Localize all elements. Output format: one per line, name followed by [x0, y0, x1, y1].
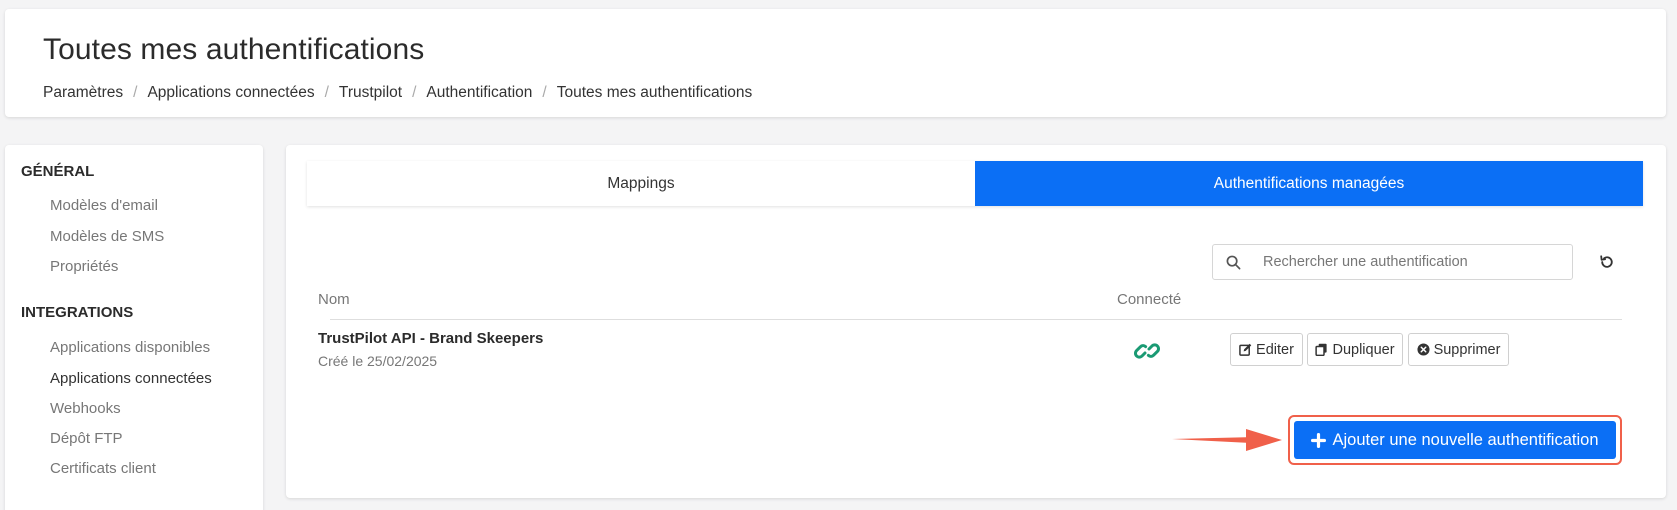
breadcrumb-separator: / — [133, 84, 138, 101]
sidebar-item-webhooks[interactable]: Webhooks — [50, 400, 121, 417]
breadcrumb-separator: / — [542, 84, 547, 101]
main-content: Mappings Authentifications managées Nom … — [286, 145, 1666, 498]
tab-authentifications-managees[interactable]: Authentifications managées — [975, 161, 1643, 206]
breadcrumb-item-authentification[interactable]: Authentification — [426, 84, 532, 102]
table-divider — [330, 319, 1622, 320]
tab-mappings[interactable]: Mappings — [307, 161, 975, 206]
sidebar-item-applications-connectees[interactable]: Applications connectées — [50, 370, 212, 387]
breadcrumb: Paramètres / Applications connectées / T… — [43, 84, 752, 102]
edit-label: Editer — [1256, 341, 1294, 358]
sidebar-item-applications-disponibles[interactable]: Applications disponibles — [50, 339, 210, 356]
column-header-nom: Nom — [318, 291, 350, 308]
breadcrumb-item-applications-connectees[interactable]: Applications connectées — [147, 84, 314, 102]
breadcrumb-item-current: Toutes mes authentifications — [556, 84, 753, 101]
add-authentication-button[interactable]: Ajouter une nouvelle authentification — [1294, 421, 1616, 459]
search-box — [1212, 244, 1573, 280]
auth-name: TrustPilot API - Brand Skeepers — [318, 330, 544, 347]
edit-button[interactable]: Editer — [1230, 333, 1303, 366]
auth-created-date: Créé le 25/02/2025 — [318, 353, 438, 369]
delete-button[interactable]: Supprimer — [1408, 333, 1509, 366]
breadcrumb-separator: / — [324, 84, 329, 101]
page-header: Toutes mes authentifications Paramètres … — [5, 9, 1666, 117]
delete-label: Supprimer — [1433, 341, 1501, 358]
search-icon — [1213, 255, 1253, 270]
delete-icon — [1417, 343, 1430, 356]
add-button-label: Ajouter une nouvelle authentification — [1332, 430, 1599, 449]
tab-bar: Mappings Authentifications managées — [307, 161, 1643, 206]
column-header-connecte: Connecté — [1117, 291, 1182, 308]
refresh-icon[interactable] — [1596, 251, 1618, 273]
breadcrumb-item-trustpilot[interactable]: Trustpilot — [339, 84, 402, 102]
search-input[interactable] — [1253, 254, 1572, 270]
sidebar-item-proprietes[interactable]: Propriétés — [50, 258, 118, 275]
arrow-icon — [1172, 429, 1282, 451]
copy-icon — [1315, 343, 1328, 356]
page-title: Toutes mes authentifications — [43, 33, 425, 66]
sidebar-item-certificats-client[interactable]: Certificats client — [50, 460, 156, 477]
breadcrumb-item-parametres[interactable]: Paramètres — [43, 84, 123, 102]
sidebar-section-general: GÉNÉRAL — [21, 163, 95, 180]
sidebar-item-modeles-email[interactable]: Modèles d'email — [50, 197, 158, 214]
sidebar-section-integrations: INTEGRATIONS — [21, 304, 134, 321]
sidebar: GÉNÉRAL Modèles d'email Modèles de SMS P… — [5, 145, 263, 510]
breadcrumb-separator: / — [412, 84, 417, 101]
sidebar-item-modeles-sms[interactable]: Modèles de SMS — [50, 228, 164, 245]
link-icon — [1133, 337, 1161, 365]
sidebar-item-depot-ftp[interactable]: Dépôt FTP — [50, 430, 123, 447]
edit-icon — [1239, 343, 1252, 356]
duplicate-label: Dupliquer — [1332, 341, 1395, 358]
plus-icon — [1311, 432, 1327, 448]
duplicate-button[interactable]: Dupliquer — [1307, 333, 1403, 366]
